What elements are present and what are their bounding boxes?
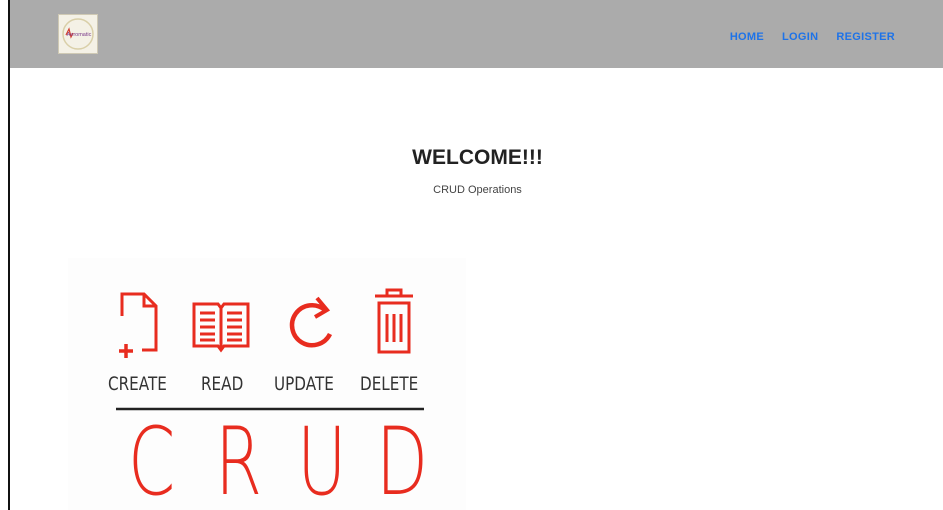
op-create-label: CREATE <box>108 373 167 395</box>
op-delete-label: DELETE <box>360 373 419 395</box>
navbar: Aeromatic HOME LOGIN REGISTER <box>10 0 943 68</box>
book-icon <box>192 302 250 353</box>
trash-icon <box>375 288 413 354</box>
op-update-label: UPDATE <box>274 373 334 395</box>
page-title: WELCOME!!! <box>412 146 543 169</box>
new-file-icon <box>119 292 158 358</box>
crud-image: CREATE READ UPDATE DELETE C R U D <box>68 258 466 510</box>
letter-u: U <box>297 408 347 510</box>
letter-d: D <box>376 408 429 510</box>
logo-text: Aeromatic <box>67 32 92 38</box>
op-read-label: READ <box>201 373 244 395</box>
nav-links: HOME LOGIN REGISTER <box>730 31 895 43</box>
letter-c: C <box>128 408 176 510</box>
page-subtitle: CRUD Operations <box>433 184 522 196</box>
nav-home-link[interactable]: HOME <box>730 31 764 43</box>
logo[interactable]: Aeromatic <box>58 14 98 54</box>
logo-icon: Aeromatic <box>62 18 94 50</box>
nav-register-link[interactable]: REGISTER <box>836 31 895 43</box>
letter-r: R <box>215 408 263 510</box>
nav-login-link[interactable]: LOGIN <box>782 31 818 43</box>
refresh-icon <box>289 296 333 348</box>
page-frame: Aeromatic HOME LOGIN REGISTER WELCOME!!!… <box>8 0 943 510</box>
